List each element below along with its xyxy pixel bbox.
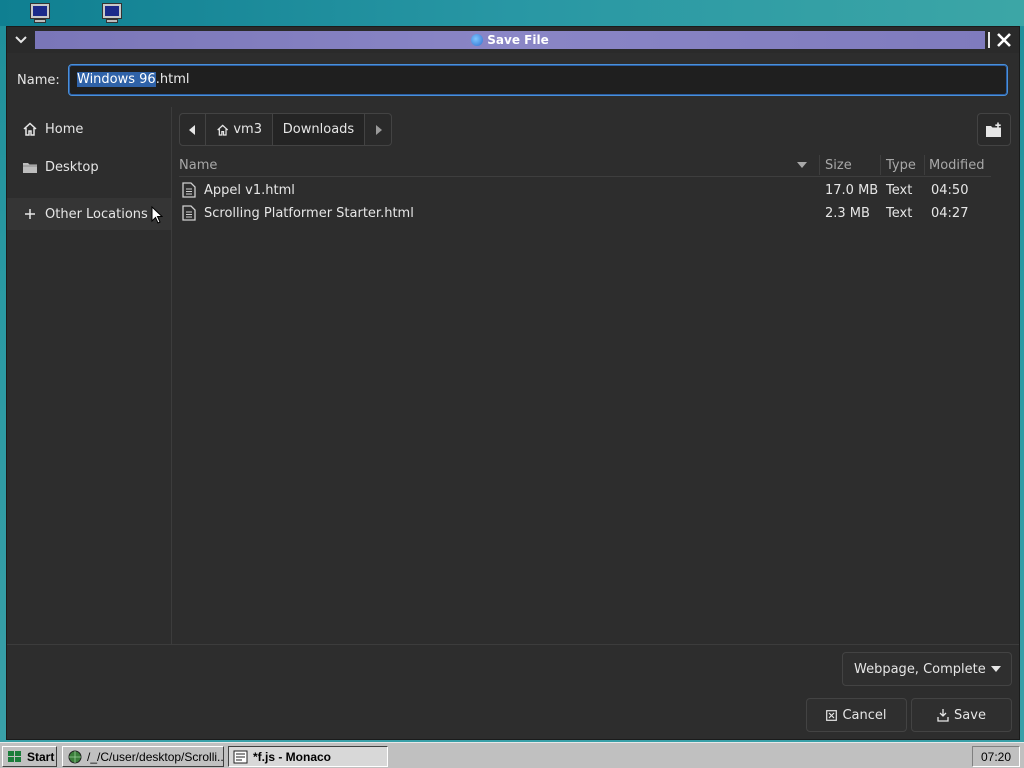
file-type-filter-dropdown[interactable]: Webpage, Complete xyxy=(842,652,1012,686)
filename-input[interactable]: Windows 96.html xyxy=(68,64,1008,96)
column-separator xyxy=(880,155,881,175)
column-modified-header[interactable]: Modified xyxy=(929,158,984,173)
taskbar-item-explorer[interactable]: /_/C/user/desktop/Scrolli... xyxy=(62,746,224,767)
file-name: Appel v1.html xyxy=(204,183,295,198)
title-bar[interactable]: Save File xyxy=(7,27,1019,53)
title-separator xyxy=(988,32,990,48)
window-menu-button[interactable] xyxy=(11,30,31,50)
path-segment-downloads[interactable]: Downloads xyxy=(273,114,365,145)
path-segment-vm3[interactable]: vm3 xyxy=(206,114,273,145)
close-button[interactable] xyxy=(993,29,1015,51)
save-icon xyxy=(937,708,949,722)
globe-icon xyxy=(68,750,82,763)
taskbar-clock[interactable]: 07:20 xyxy=(972,746,1020,767)
text-file-icon xyxy=(182,205,196,221)
save-label: Save xyxy=(954,707,986,723)
start-label: Start xyxy=(27,749,55,764)
path-back-button[interactable] xyxy=(180,114,206,145)
bottom-divider xyxy=(7,644,1019,645)
sort-descending-icon[interactable] xyxy=(797,162,807,168)
path-forward-button[interactable] xyxy=(365,114,391,145)
chevron-left-icon xyxy=(189,124,195,135)
filename-selected-text: Windows 96 xyxy=(77,72,156,87)
taskbar: Start /_/C/user/desktop/Scrolli... *f.js… xyxy=(0,742,1024,768)
save-button[interactable]: Save xyxy=(911,698,1012,732)
start-button[interactable]: Start xyxy=(2,746,57,767)
path-bar: vm3 Downloads xyxy=(179,113,392,146)
sidebar-item-label: Other Locations xyxy=(45,206,148,222)
file-type: Text xyxy=(886,206,913,221)
column-type-header[interactable]: Type xyxy=(886,158,916,173)
file-list-header: Name Size Type Modified xyxy=(179,153,991,177)
new-folder-icon xyxy=(986,122,1001,137)
column-name-header[interactable]: Name xyxy=(179,158,217,173)
sidebar-item-label: Desktop xyxy=(45,159,99,175)
filter-selected-label: Webpage, Complete xyxy=(854,661,986,677)
taskbar-item-label: /_/C/user/desktop/Scrolli... xyxy=(87,749,224,764)
text-file-icon xyxy=(182,182,196,198)
column-size-header[interactable]: Size xyxy=(825,158,852,173)
sidebar-item-desktop[interactable]: Desktop xyxy=(7,151,171,183)
chevron-right-icon xyxy=(375,124,382,135)
desktop-background xyxy=(0,0,1024,26)
editor-icon xyxy=(233,750,248,763)
file-size: 2.3 MB xyxy=(825,206,870,221)
browser-app-icon xyxy=(471,34,484,46)
new-folder-button[interactable] xyxy=(977,113,1011,146)
window-title: Save File xyxy=(35,31,985,49)
dropdown-arrow-icon xyxy=(991,666,1001,672)
file-row[interactable]: Appel v1.html 17.0 MB Text 04:50 xyxy=(179,179,991,202)
file-size: 17.0 MB xyxy=(825,183,879,198)
cancel-label: Cancel xyxy=(842,707,887,723)
file-modified: 04:50 xyxy=(931,183,969,198)
taskbar-item-label: *f.js - Monaco xyxy=(253,749,332,764)
save-file-dialog: Save File Name: Windows 96.html Home Des… xyxy=(6,26,1020,740)
home-icon xyxy=(21,120,39,138)
sidebar-item-other-locations[interactable]: Other Locations xyxy=(7,198,171,230)
sidebar-item-label: Home xyxy=(45,121,84,137)
file-modified: 04:27 xyxy=(931,206,969,221)
start-logo-icon xyxy=(8,750,21,762)
path-segment-label: Downloads xyxy=(282,122,355,137)
monitor-icon[interactable] xyxy=(100,2,124,24)
chevron-down-icon xyxy=(15,36,27,44)
name-row: Name: Windows 96.html xyxy=(7,57,1019,101)
folder-icon xyxy=(21,158,39,176)
column-separator xyxy=(819,155,820,175)
cancel-button[interactable]: Cancel xyxy=(806,698,907,732)
column-separator xyxy=(924,155,925,175)
name-label: Name: xyxy=(17,73,60,88)
places-sidebar: Home Desktop Other Locations xyxy=(7,107,172,644)
plus-icon xyxy=(21,205,39,223)
cancel-icon xyxy=(826,709,838,721)
computer-icon[interactable] xyxy=(28,2,52,24)
clock-time: 07:20 xyxy=(980,749,1012,764)
close-icon xyxy=(997,33,1011,47)
mouse-cursor-icon xyxy=(151,206,163,224)
home-icon xyxy=(217,124,229,136)
sidebar-item-home[interactable]: Home xyxy=(7,113,171,145)
file-name: Scrolling Platformer Starter.html xyxy=(204,206,414,221)
taskbar-item-monaco[interactable]: *f.js - Monaco xyxy=(228,746,388,767)
file-row[interactable]: Scrolling Platformer Starter.html 2.3 MB… xyxy=(179,202,991,225)
file-type: Text xyxy=(886,183,913,198)
path-segment-label: vm3 xyxy=(233,122,262,137)
filename-extension-text: .html xyxy=(155,72,190,87)
dialog-title-text: Save File xyxy=(487,33,549,47)
